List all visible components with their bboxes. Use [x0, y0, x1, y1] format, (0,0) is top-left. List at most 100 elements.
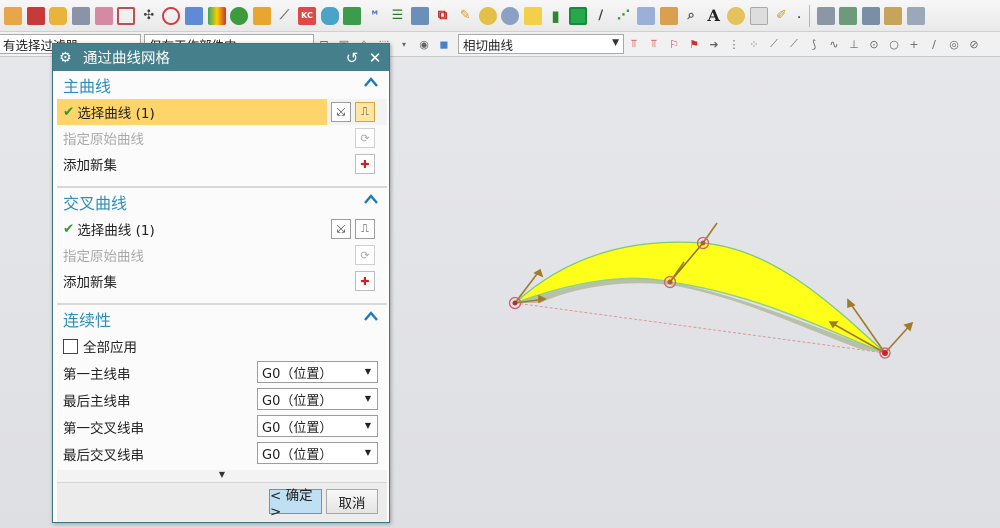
- text-icon[interactable]: A: [705, 6, 723, 25]
- add-set-icon[interactable]: ✚: [355, 154, 375, 174]
- cross-origin-curve-row[interactable]: 指定原始曲线 ⟳: [57, 242, 387, 268]
- collapse-icon[interactable]: [363, 192, 379, 208]
- transform-icon[interactable]: [320, 6, 339, 25]
- hole-icon[interactable]: ᴹ: [366, 7, 384, 25]
- primary-origin-curve-row[interactable]: 指定原始曲线 ⟳: [57, 125, 387, 151]
- stop-at-icon[interactable]: ⚐: [667, 37, 681, 51]
- continuity-select[interactable]: G0（位置） ▼: [257, 361, 378, 383]
- ok-button-label: < 确定 >: [270, 487, 313, 520]
- curve-select-icon[interactable]: ⎍: [355, 102, 375, 122]
- bridge-icon[interactable]: [185, 6, 204, 25]
- ok-button[interactable]: < 确定 >: [269, 488, 322, 520]
- continuity-select[interactable]: G0（位置） ▼: [257, 442, 378, 464]
- view-layer-icon[interactable]: [884, 6, 903, 25]
- arc-icon[interactable]: ⋰: [614, 7, 632, 25]
- face-filter-icon[interactable]: ◼: [437, 37, 451, 51]
- revolve-icon[interactable]: [94, 6, 113, 25]
- line-icon[interactable]: ∕: [592, 7, 610, 25]
- primary-select-curve-row[interactable]: ✔ 选择曲线 (1) ⤩ ⎍: [57, 99, 387, 125]
- origin-curve-icon[interactable]: ⟳: [355, 245, 375, 265]
- arc-center-icon[interactable]: ○: [887, 37, 901, 51]
- pattern-icon[interactable]: [478, 6, 497, 25]
- reverse-direction-button[interactable]: ⤩: [331, 102, 351, 122]
- continuity-select[interactable]: G0（位置） ▼: [257, 415, 378, 437]
- analyze-icon[interactable]: ⌕: [682, 7, 700, 25]
- line-snap-icon[interactable]: ⟋: [767, 37, 781, 51]
- datum-icon[interactable]: ✣: [140, 7, 158, 25]
- tangent-icon[interactable]: ⫪: [627, 37, 641, 51]
- check-icon: ✔: [63, 104, 75, 120]
- primary-add-set-row[interactable]: 添加新集 ✚: [57, 151, 387, 177]
- trim-icon[interactable]: [523, 6, 542, 25]
- mid-snap-icon[interactable]: ⟋: [787, 37, 801, 51]
- view-icon[interactable]: [749, 6, 768, 25]
- apply-all-checkbox[interactable]: [63, 338, 78, 354]
- curve-select-icon[interactable]: ⎍: [355, 219, 375, 239]
- face-snap-icon[interactable]: ◎: [947, 37, 961, 51]
- surface-icon[interactable]: [659, 6, 678, 25]
- primary-curves-header[interactable]: 主曲线: [57, 71, 387, 99]
- boolean-icon[interactable]: [410, 6, 429, 25]
- origin-curve-icon[interactable]: ⟳: [355, 128, 375, 148]
- lock-snap-icon[interactable]: ⊘: [967, 37, 981, 51]
- chamfer-icon[interactable]: [252, 6, 271, 25]
- kc-icon[interactable]: KC: [298, 6, 317, 25]
- layer-icon[interactable]: [816, 6, 835, 25]
- view-style-icon[interactable]: [907, 6, 926, 25]
- intersect-icon[interactable]: ⫪: [647, 37, 661, 51]
- offset-icon[interactable]: [343, 6, 362, 25]
- slash-snap-icon[interactable]: ∕: [927, 37, 941, 51]
- reset-icon[interactable]: ↺: [343, 49, 361, 67]
- edge-blend-icon[interactable]: [230, 6, 249, 25]
- continuity-header[interactable]: 连续性: [57, 305, 387, 333]
- expand-more-icon[interactable]: ▼: [57, 470, 387, 482]
- extrude-icon[interactable]: [72, 6, 91, 25]
- add-set-icon[interactable]: ✚: [355, 271, 375, 291]
- mirror-icon[interactable]: [501, 6, 520, 25]
- thread-icon[interactable]: ☰: [388, 7, 406, 25]
- point-icon[interactable]: [162, 6, 181, 25]
- quad-snap-icon[interactable]: ∿: [827, 37, 841, 51]
- curve-icon[interactable]: ⟋: [275, 7, 293, 25]
- layer-stack-icon[interactable]: [839, 6, 858, 25]
- sphere-icon[interactable]: [207, 6, 226, 25]
- continuity-select[interactable]: G0（位置） ▼: [257, 388, 378, 410]
- more-icon[interactable]: .: [795, 7, 803, 25]
- dialog-title-bar[interactable]: ⚙ 通过曲线网格 ↺ ✕: [53, 44, 389, 71]
- collapse-icon[interactable]: [363, 75, 379, 91]
- cross-add-set-row[interactable]: 添加新集 ✚: [57, 268, 387, 294]
- paint-icon[interactable]: [727, 6, 746, 25]
- table-icon[interactable]: [636, 6, 655, 25]
- block-icon[interactable]: [26, 6, 45, 25]
- gear-icon[interactable]: ⚙: [59, 50, 77, 66]
- snap-point-icon[interactable]: ⁘: [747, 37, 761, 51]
- brush-icon[interactable]: ✐: [772, 7, 790, 25]
- follow-icon[interactable]: ⚑: [687, 37, 701, 51]
- center-snap-icon[interactable]: ⊥: [847, 37, 861, 51]
- snap-end-icon[interactable]: ⋮: [727, 37, 741, 51]
- cylinder-icon[interactable]: [49, 6, 68, 25]
- layer-settings-icon[interactable]: [861, 6, 880, 25]
- cross-select-curve-row[interactable]: ✔ 选择曲线 (1) ⤩ ⎍: [57, 216, 387, 242]
- body-filter-icon[interactable]: ◉: [417, 37, 431, 51]
- circle-snap-icon[interactable]: ⊙: [867, 37, 881, 51]
- shell-icon[interactable]: ✎: [456, 7, 474, 25]
- box-icon[interactable]: ▮: [547, 7, 565, 25]
- cancel-button[interactable]: 取消: [326, 489, 378, 514]
- cross-curves-header[interactable]: 交叉曲线: [57, 188, 387, 216]
- unite-icon[interactable]: ⧉: [434, 7, 452, 25]
- curve-rule-value: 相切曲线: [463, 37, 514, 53]
- plus-snap-icon[interactable]: +: [907, 37, 921, 51]
- arrow-icon[interactable]: ➜: [707, 37, 721, 51]
- rectangle-icon[interactable]: [569, 6, 588, 25]
- feature-icon[interactable]: [4, 6, 23, 25]
- curve-snap-icon[interactable]: ⟆: [807, 37, 821, 51]
- close-icon[interactable]: ✕: [366, 49, 384, 67]
- apply-all-row[interactable]: 全部应用: [57, 333, 387, 359]
- continuity-row: 最后主线串 G0（位置） ▼: [57, 386, 387, 413]
- curve-rule-combo[interactable]: 相切曲线 ▼: [458, 34, 624, 54]
- collapse-icon[interactable]: [363, 309, 379, 325]
- dropdown-arrow-icon[interactable]: ▾: [397, 37, 411, 51]
- reverse-direction-button[interactable]: ⤩: [331, 219, 351, 239]
- sketch-icon[interactable]: [117, 6, 136, 25]
